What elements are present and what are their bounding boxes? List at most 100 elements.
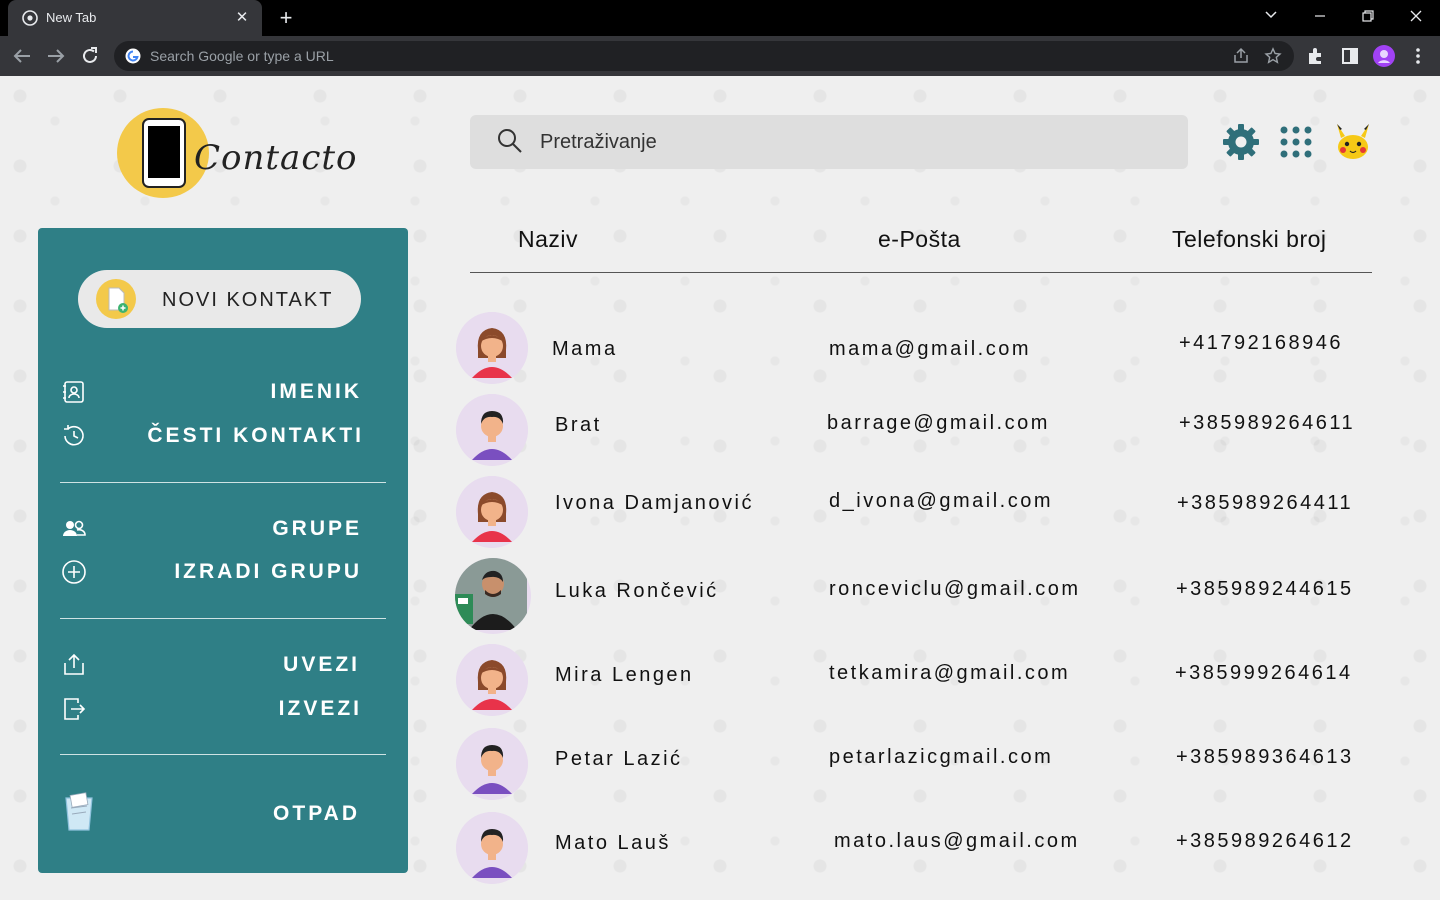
column-header-name[interactable]: Naziv	[518, 226, 578, 253]
sidebar-item-grupe[interactable]: GRUPE	[38, 511, 408, 547]
contact-name: Petar Lazić	[555, 748, 683, 770]
avatar-icon[interactable]	[456, 312, 528, 384]
sidebar-item-label: IMENIK	[270, 380, 362, 403]
avatar-icon[interactable]	[456, 644, 528, 716]
contact-name: Brat	[555, 414, 602, 436]
contact-email: barrage@gmail.com	[827, 412, 1050, 434]
new-document-icon	[96, 279, 136, 319]
sidebar: NOVI KONTAKT IMENIK ČESTI KONTAKTI GRUPE…	[38, 228, 408, 873]
contact-row[interactable]: Ivona Damjanović d_ivona@gmail.com +385989…	[450, 472, 1410, 556]
contact-email: ronceviclu@gmail.com	[829, 578, 1081, 600]
column-header-phone[interactable]: Telefonski broj	[1172, 226, 1327, 253]
sidebar-item-imenik[interactable]: IMENIK	[38, 374, 408, 410]
app-page: Contacto Pretraživanje NOVI KONTAKT IMEN…	[0, 76, 1440, 900]
tab-title: New Tab	[46, 10, 97, 25]
bookmark-star-icon[interactable]	[1264, 47, 1282, 65]
forward-icon[interactable]	[44, 44, 68, 68]
contact-name: Luka Rončević	[555, 580, 719, 602]
sidebar-divider	[60, 618, 386, 619]
apps-grid-icon[interactable]	[1276, 122, 1316, 162]
search-bar[interactable]	[470, 115, 1188, 169]
contact-phone: +41792168946	[1179, 332, 1344, 354]
history-icon	[64, 425, 84, 446]
app-logo[interactable]: Contacto	[117, 108, 357, 198]
sidebar-item-label: IZRADI GRUPU	[174, 560, 362, 583]
browser-toolbar: Search Google or type a URL	[0, 36, 1440, 76]
contact-email: d_ivona@gmail.com	[829, 490, 1053, 512]
contact-row[interactable]: Mira Lengen tetkamira@gmail.com +385999264…	[450, 640, 1410, 724]
sidebar-item-otpad[interactable]: OTPAD	[38, 792, 408, 832]
new-contact-button[interactable]: NOVI KONTAKT	[78, 270, 361, 328]
sidebar-item-cesti-kontakti[interactable]: ČESTI KONTAKTI	[38, 418, 408, 454]
contact-email: mama@gmail.com	[829, 338, 1032, 360]
sidebar-item-label: IZVEZI	[278, 697, 362, 720]
contact-name: Mato Lauš	[555, 832, 671, 854]
side-panel-icon[interactable]	[1339, 45, 1361, 67]
contact-email: petarlazicgmail.com	[829, 746, 1054, 768]
contact-phone: +385989244615	[1176, 578, 1354, 600]
contact-photo[interactable]	[455, 558, 531, 634]
share-icon[interactable]	[1232, 47, 1250, 65]
sidebar-item-label: ČESTI KONTAKTI	[147, 424, 364, 447]
sidebar-divider	[60, 482, 386, 483]
browser-tabbar: New Tab ✕ +	[0, 0, 1440, 36]
contact-name: Ivona Damjanović	[555, 492, 754, 514]
reload-icon[interactable]	[78, 44, 102, 68]
column-header-email[interactable]: e-Pošta	[878, 226, 961, 253]
gear-icon[interactable]	[1221, 122, 1261, 162]
restore-icon[interactable]	[1354, 4, 1382, 30]
sidebar-divider	[60, 754, 386, 755]
tab-search-icon[interactable]	[1257, 4, 1285, 30]
avatar-icon[interactable]	[456, 812, 528, 884]
chrome-icon	[22, 10, 38, 26]
avatar-icon[interactable]	[456, 476, 528, 548]
contact-row[interactable]: Luka Rončević ronceviclu@gmail.com +385989…	[450, 556, 1410, 640]
group-icon	[63, 520, 86, 536]
sidebar-item-izvezi[interactable]: IZVEZI	[38, 691, 408, 727]
contacts-book-icon	[63, 381, 84, 403]
menu-kebab-icon[interactable]	[1407, 45, 1429, 67]
contact-row[interactable]: Brat barrage@gmail.com +385989264611	[450, 390, 1410, 474]
contact-phone: +385999264614	[1175, 662, 1353, 684]
avatar-icon[interactable]	[456, 728, 528, 800]
profile-avatar-icon[interactable]	[1333, 122, 1373, 162]
new-tab-button[interactable]: +	[274, 6, 298, 30]
contact-phone: +385989364613	[1176, 746, 1354, 768]
address-bar-placeholder: Search Google or type a URL	[150, 48, 334, 64]
sidebar-item-label: OTPAD	[273, 802, 360, 825]
profile-icon[interactable]	[1373, 45, 1395, 67]
new-contact-label: NOVI KONTAKT	[162, 289, 334, 311]
share-upload-icon	[64, 653, 84, 675]
browser-tab[interactable]: New Tab ✕	[8, 0, 262, 36]
minimize-icon[interactable]	[1306, 4, 1334, 30]
address-bar[interactable]: Search Google or type a URL	[114, 41, 1294, 71]
contact-phone: +385989264411	[1177, 492, 1354, 514]
sidebar-item-uvezi[interactable]: UVEZI	[38, 647, 408, 683]
search-input[interactable]	[540, 130, 1140, 154]
add-circle-icon	[62, 560, 86, 584]
tab-close-icon[interactable]: ✕	[232, 8, 252, 28]
phone-icon	[142, 118, 186, 188]
export-icon	[64, 698, 86, 720]
header-divider	[470, 272, 1372, 273]
search-icon[interactable]	[496, 127, 524, 155]
extensions-icon[interactable]	[1305, 45, 1327, 67]
sidebar-item-izradi-grupu[interactable]: IZRADI GRUPU	[38, 554, 408, 590]
contact-row[interactable]: Mama mama@gmail.com +41792168946	[450, 308, 1410, 392]
back-icon[interactable]	[10, 44, 34, 68]
google-icon	[125, 48, 141, 64]
contact-name: Mira Lengen	[555, 664, 694, 686]
contact-phone: +385989264611	[1179, 412, 1356, 434]
contact-email: tetkamira@gmail.com	[829, 662, 1071, 684]
contact-email: mato.laus@gmail.com	[834, 830, 1080, 852]
sidebar-item-label: GRUPE	[272, 517, 362, 540]
contact-row[interactable]: Mato Lauš mato.laus@gmail.com +38598926461…	[450, 808, 1410, 892]
avatar-icon[interactable]	[456, 394, 528, 466]
contact-row[interactable]: Petar Lazić petarlazicgmail.com +385989364…	[450, 724, 1410, 808]
close-window-icon[interactable]	[1402, 4, 1430, 30]
trash-icon	[65, 792, 93, 831]
contact-name: Mama	[552, 338, 618, 360]
sidebar-item-label: UVEZI	[283, 653, 360, 676]
logo-text: Contacto	[194, 138, 358, 178]
contact-phone: +385989264612	[1176, 830, 1354, 852]
